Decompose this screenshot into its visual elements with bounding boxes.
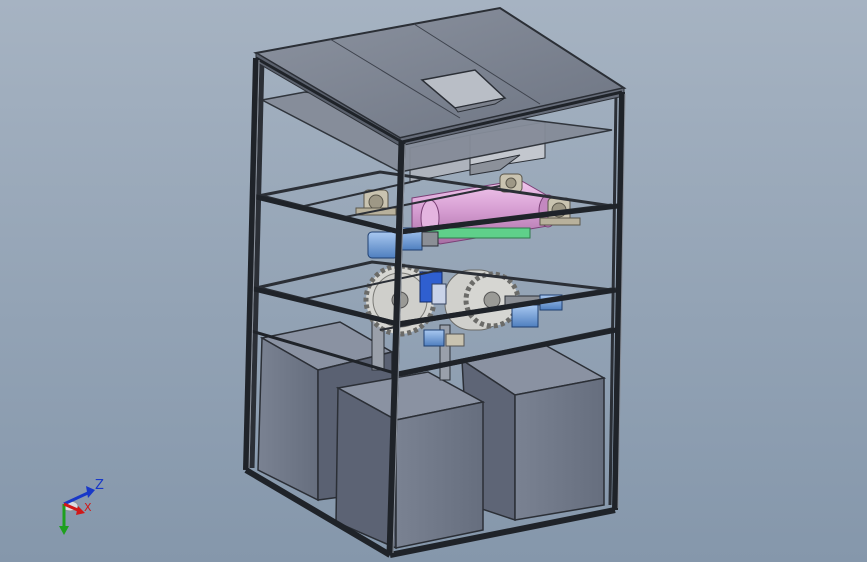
y-arrow-icon [59, 526, 69, 535]
triad-x-label: X [84, 501, 92, 514]
drive-motor-lower[interactable] [423, 329, 465, 347]
collection-bin-center[interactable] [335, 371, 486, 550]
gear-guard[interactable] [419, 271, 447, 305]
assembly-model [243, 6, 627, 558]
cad-viewport[interactable]: Z X [0, 0, 867, 562]
triad-z-label: Z [95, 478, 104, 493]
z-arrow-icon [86, 486, 95, 498]
